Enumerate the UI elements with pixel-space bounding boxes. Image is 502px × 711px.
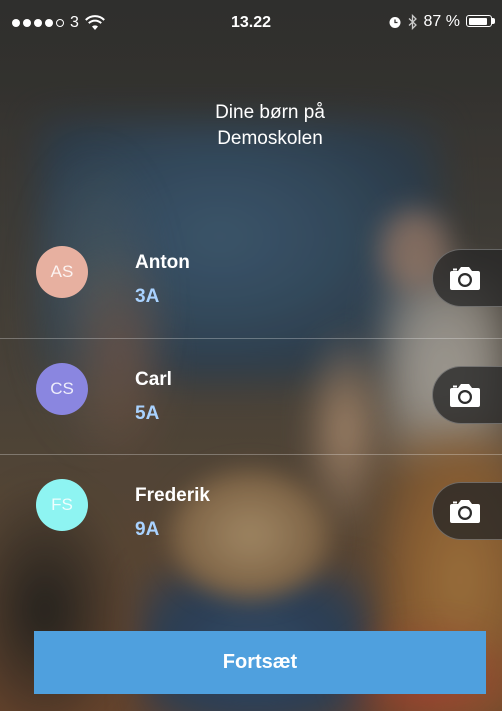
child-class: 5A — [135, 403, 160, 424]
camera-icon — [450, 384, 480, 407]
child-name: Carl — [135, 369, 172, 390]
avatar: CS — [36, 363, 88, 415]
child-name: Frederik — [135, 485, 210, 506]
children-list: AS Anton 3A CS Carl 5A FS Frederik 9A — [0, 222, 502, 570]
status-bar: 3 13.22 87 % — [0, 0, 502, 44]
child-name: Anton — [135, 252, 190, 273]
camera-icon — [450, 267, 480, 290]
child-class: 3A — [135, 286, 160, 307]
battery-icon — [466, 15, 496, 29]
camera-button[interactable] — [432, 249, 502, 307]
avatar-initials: AS — [50, 262, 74, 281]
alarm-icon — [389, 17, 401, 28]
continue-button[interactable]: Fortsæt — [34, 631, 486, 694]
child-class: 9A — [135, 519, 160, 540]
page-title: Dine børn på Demoskolen — [215, 102, 325, 149]
avatar: FS — [36, 479, 88, 531]
child-row: CS Carl 5A — [0, 338, 502, 454]
child-row: FS Frederik 9A — [0, 454, 502, 570]
avatar-initials: CS — [50, 379, 74, 398]
bluetooth-icon — [408, 14, 417, 30]
status-right: 87 % — [388, 13, 496, 31]
battery-percent: 87 % — [423, 13, 460, 30]
camera-button[interactable] — [432, 482, 502, 540]
screen: 3 13.22 87 % Dine børn på Demoskolen AS … — [0, 0, 502, 711]
camera-icon — [450, 500, 480, 523]
avatar-initials: FS — [51, 495, 73, 514]
child-row: AS Anton 3A — [0, 222, 502, 338]
avatar: AS — [36, 246, 88, 298]
camera-button[interactable] — [432, 366, 502, 424]
